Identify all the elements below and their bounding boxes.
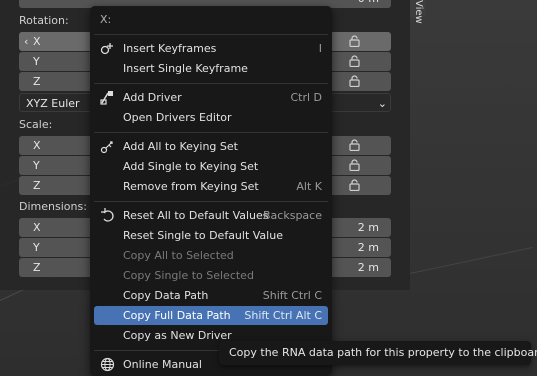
scale-x-label: X [33,139,41,152]
scale-y-label: Y [33,159,40,172]
rotation-x-label: X [33,35,41,48]
lock-icon[interactable] [349,35,360,47]
chevron-left-icon[interactable]: ‹ [24,32,28,51]
rotation-y-label: Y [33,55,40,68]
rotation-mode-value: XYZ Euler [26,97,80,110]
dimensions-y-label: Y [33,241,40,254]
keying-set-icon [100,141,113,154]
scale-z-label: Z [33,179,41,192]
dimensions-z-label: Z [33,261,41,274]
dimensions-x-value: 2 m [357,221,379,234]
menu-item-reset-all-to-default[interactable]: Reset All to Default Values Backspace [94,206,328,225]
dimensions-x-label: X [33,221,41,234]
menu-item-add-single-to-keying-set[interactable]: Add Single to Keying Set [94,157,328,176]
sidebar-tab-view[interactable]: View [410,0,426,24]
menu-item-insert-single-keyframe[interactable]: Insert Single Keyframe [94,59,328,78]
dimensions-z-value: 2 m [357,261,379,274]
rotation-z-label: Z [33,75,41,88]
keyframe-icon [100,43,113,55]
menu-item-insert-keyframes[interactable]: Insert Keyframes I [94,39,328,58]
menu-title: X: [100,13,112,26]
menu-item-copy-data-path[interactable]: Copy Data Path Shift Ctrl C [94,286,328,305]
driver-icon [100,91,113,105]
reset-icon [101,208,114,222]
menu-item-remove-from-keying-set[interactable]: Remove from Keying Set Alt K [94,177,328,196]
menu-item-open-drivers-editor[interactable]: Open Drivers Editor [94,108,328,127]
dimensions-y-value: 2 m [357,241,379,254]
lock-icon[interactable] [349,179,360,191]
menu-item-reset-single-to-default[interactable]: Reset Single to Default Value [94,226,328,245]
dimensions-label: Dimensions: [19,200,87,213]
menu-item-copy-single-to-selected: Copy Single to Selected [123,269,254,282]
menu-separator [94,34,328,35]
lock-icon[interactable] [349,55,360,67]
rotation-label: Rotation: [19,14,69,27]
chevron-down-icon: ⌄ [377,97,387,110]
menu-separator [94,132,328,133]
lock-icon[interactable] [349,159,360,171]
globe-icon [100,357,115,372]
menu-item-copy-full-data-path[interactable]: Copy Full Data Path Shift Ctrl Alt C [94,306,328,325]
menu-item-copy-all-to-selected: Copy All to Selected [123,249,234,262]
lock-icon[interactable] [349,75,360,87]
lock-icon[interactable] [349,139,360,151]
menu-separator [94,83,328,84]
tooltip: Copy the RNA data path for this property… [219,341,537,365]
location-z-value: 0 m [358,0,379,8]
menu-separator [94,201,328,202]
menu-item-add-driver[interactable]: Add Driver Ctrl D [94,88,328,107]
context-menu: X: Insert Keyframes I Insert Single Keyf… [90,6,332,376]
blender-ui: 0 m Rotation: ‹ X Y Z XYZ Euler ⌄ Scale:… [0,0,537,376]
menu-item-add-all-to-keying-set[interactable]: Add All to Keying Set [94,137,328,156]
scale-label: Scale: [19,118,53,131]
